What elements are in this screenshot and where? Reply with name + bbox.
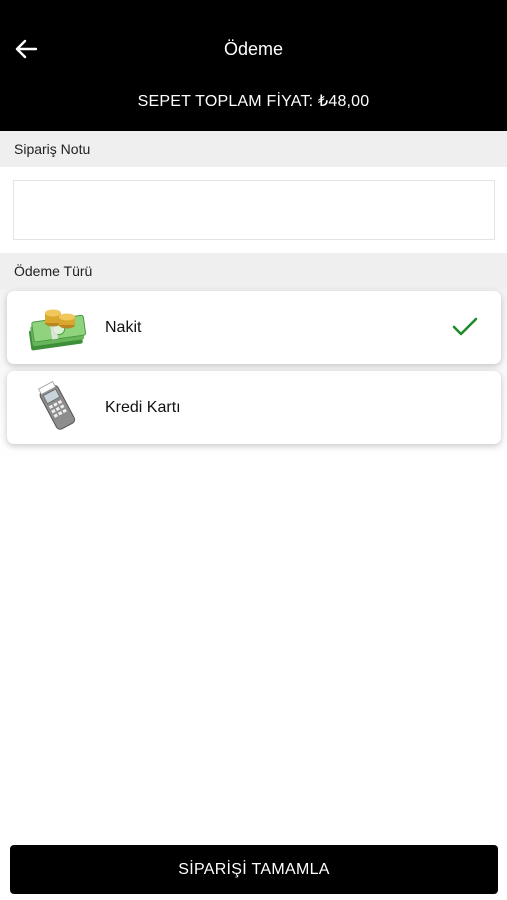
payment-option-cash[interactable]: Nakit bbox=[7, 291, 501, 364]
payment-option-label: Nakit bbox=[105, 319, 142, 336]
cart-total-price: SEPET TOPLAM FİYAT: ₺48,00 bbox=[137, 93, 370, 110]
checkmark-icon bbox=[452, 317, 478, 336]
payment-option-credit-card[interactable]: Kredi Kartı bbox=[7, 371, 501, 444]
payment-type-label: Ödeme Türü bbox=[0, 253, 507, 289]
page-title: Ödeme bbox=[223, 39, 284, 59]
cash-money-icon bbox=[28, 309, 87, 351]
order-note-label: Sipariş Notu bbox=[0, 131, 507, 167]
order-note-field[interactable] bbox=[13, 180, 495, 240]
payment-option-label: Kredi Kartı bbox=[105, 399, 181, 416]
order-note-input[interactable] bbox=[14, 181, 494, 239]
card-terminal-icon bbox=[38, 381, 76, 430]
top-header: Ödeme SEPET TOPLAM FİYAT: ₺48,00 bbox=[0, 0, 507, 131]
complete-order-button[interactable]: SİPARİŞİ TAMAMLA bbox=[10, 845, 498, 894]
